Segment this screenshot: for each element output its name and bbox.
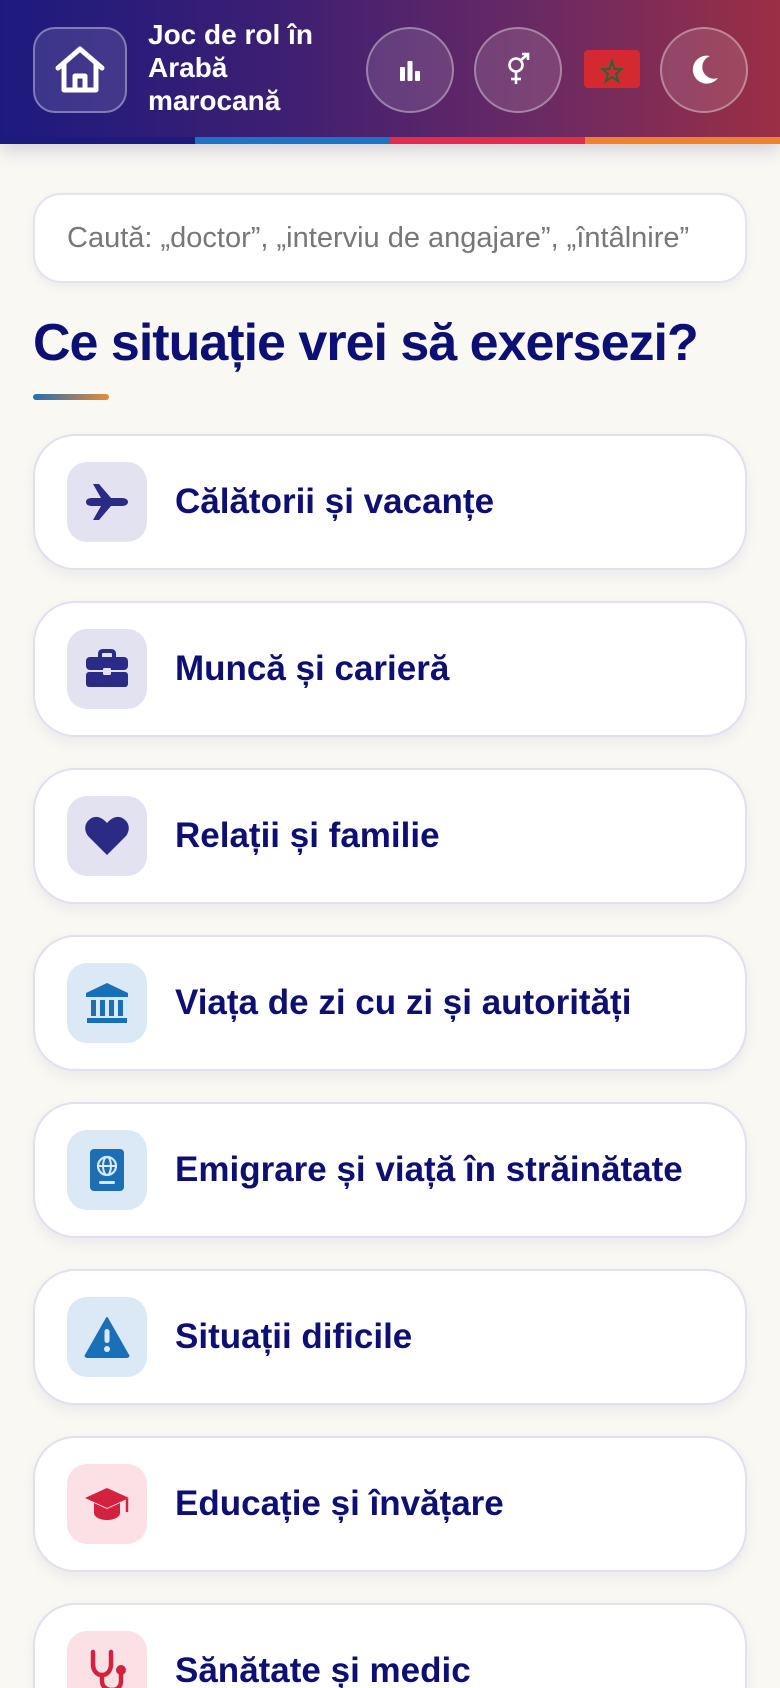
category-icon-box xyxy=(67,1130,147,1210)
category-label: Sănătate și medic xyxy=(175,1651,471,1688)
category-label: Muncă și carieră xyxy=(175,649,450,688)
home-button[interactable] xyxy=(33,27,127,113)
app-header: Joc de rol în Arabă marocană xyxy=(0,0,780,144)
passport-icon xyxy=(90,1149,124,1191)
category-icon-box xyxy=(67,462,147,542)
gender-icon xyxy=(508,52,530,84)
stats-icon xyxy=(400,61,420,81)
heart-icon xyxy=(85,816,129,855)
language-flag-morocco[interactable] xyxy=(584,50,640,88)
category-label: Situații dificile xyxy=(175,1317,413,1356)
category-card-emigration[interactable]: Emigrare și viață în străinătate xyxy=(33,1102,747,1238)
home-icon xyxy=(55,46,105,93)
dark-mode-toggle[interactable] xyxy=(660,27,748,113)
category-card-difficult-situations[interactable]: Situații dificile xyxy=(33,1269,747,1405)
category-label: Viața de zi cu zi și autorități xyxy=(175,983,632,1022)
category-label: Emigrare și viață în străinătate xyxy=(175,1150,683,1189)
category-icon-box xyxy=(67,796,147,876)
category-card-work[interactable]: Muncă și carieră xyxy=(33,601,747,737)
category-label: Educație și învățare xyxy=(175,1484,504,1523)
category-icon-box xyxy=(67,963,147,1043)
stethoscope-icon xyxy=(90,1649,126,1688)
category-icon-box xyxy=(67,629,147,709)
app-title: Joc de rol în Arabă marocană xyxy=(148,19,313,116)
page-title: Ce situație vrei să exersezi? xyxy=(33,314,699,372)
title-underline xyxy=(33,394,109,400)
category-icon-box xyxy=(67,1464,147,1544)
plane-icon xyxy=(86,484,128,520)
gender-button[interactable] xyxy=(474,27,562,113)
category-card-daily-life[interactable]: Viața de zi cu zi și autorități xyxy=(33,935,747,1071)
category-icon-box xyxy=(67,1631,147,1688)
category-card-relationships[interactable]: Relații și familie xyxy=(33,768,747,904)
warning-icon xyxy=(84,1317,130,1358)
header-color-stripe xyxy=(0,137,780,144)
briefcase-icon xyxy=(86,649,128,687)
category-label: Relații și familie xyxy=(175,816,440,855)
building-icon xyxy=(86,983,128,1023)
category-card-health[interactable]: Sănătate și medic xyxy=(33,1603,747,1688)
flag-morocco-icon xyxy=(584,50,640,88)
moon-icon xyxy=(692,55,718,84)
category-card-education[interactable]: Educație și învățare xyxy=(33,1436,747,1572)
category-card-travel[interactable]: Călătorii și vacanțe xyxy=(33,434,747,570)
category-label: Călătorii și vacanțe xyxy=(175,482,495,521)
search-input[interactable] xyxy=(33,193,747,283)
statistics-button[interactable] xyxy=(366,27,454,113)
category-icon-box xyxy=(67,1297,147,1377)
graduation-cap-icon xyxy=(85,1488,129,1520)
